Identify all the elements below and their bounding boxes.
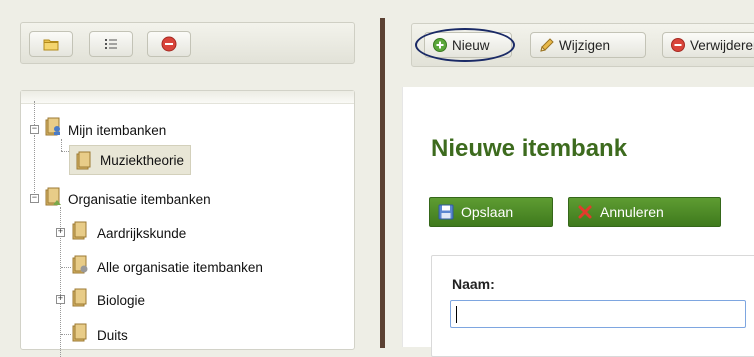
tree-node-label: Duits [97,327,128,343]
expand-toggle[interactable]: + [56,228,65,237]
new-button[interactable]: Nieuw [424,32,512,58]
save-button[interactable]: Opslaan [429,197,553,227]
user-bank-icon [45,117,60,136]
tree-node-duits[interactable]: Duits [97,324,128,346]
book-icon [72,323,87,342]
shared-bank-icon [72,255,88,274]
pencil-icon [540,37,554,52]
collapse-toggle[interactable]: − [30,194,39,203]
tree-node-label: Aardrijkskunde [97,225,187,241]
tree-node-label: Mijn itembanken [68,122,167,138]
tree-node-muziektheorie[interactable]: Muziektheorie [69,145,192,175]
tree-node-label: Organisatie itembanken [68,191,211,207]
tree-node-label: Muziektheorie [100,152,185,168]
remove-icon [161,36,177,52]
tree-node-organisatie-itembanken[interactable]: Organisatie itembanken [68,188,211,210]
tree-node-biologie[interactable]: Biologie [97,289,145,311]
itembank-tree: − Mijn itembanken Muziektheorie − Organi… [20,90,355,357]
cross-icon [578,205,592,219]
organisation-bank-icon [45,187,61,206]
expand-toggle[interactable]: + [56,295,65,304]
book-icon [72,288,87,307]
tree-header [21,91,354,104]
list-view-button[interactable] [89,31,133,57]
tree-node-aardrijkskunde[interactable]: Aardrijkskunde [97,222,186,244]
panel-splitter[interactable] [380,18,385,348]
new-button-label: Nieuw [452,37,490,53]
content-panel: Nieuwe itembank Opslaan Annuleren Naam: [402,87,754,357]
edit-button[interactable]: Wijzigen [530,32,646,58]
open-folder-button[interactable] [29,31,73,57]
text-caret [456,306,457,323]
edit-button-label: Wijzigen [559,37,611,53]
book-icon [76,151,91,169]
name-input[interactable] [450,300,746,328]
remove-button[interactable] [147,31,191,57]
list-icon [105,39,117,49]
save-button-label: Opslaan [461,204,514,220]
delete-button[interactable]: Verwijderen [662,32,754,58]
tree-node-alle-organisatie-itembanken[interactable]: Alle organisatie itembanken [97,256,263,278]
name-label: Naam: [452,276,495,292]
floppy-disk-icon [438,204,454,220]
cancel-button[interactable]: Annuleren [568,197,721,227]
tree-node-label: Biologie [97,292,146,308]
right-toolbar: Nieuw Wijzigen Verwijderen [411,23,754,67]
page-title: Nieuwe itembank [431,135,628,162]
collapse-toggle[interactable]: − [30,125,39,134]
tree-node-label: Alle organisatie itembanken [97,259,263,275]
tree-node-mijn-itembanken[interactable]: Mijn itembanken [68,119,166,141]
folder-icon [43,39,59,51]
book-icon [72,221,87,240]
left-toolbar [20,22,355,64]
delete-button-label: Verwijderen [690,37,754,53]
add-icon [433,38,447,52]
cancel-button-label: Annuleren [600,204,664,220]
remove-icon [671,38,685,52]
